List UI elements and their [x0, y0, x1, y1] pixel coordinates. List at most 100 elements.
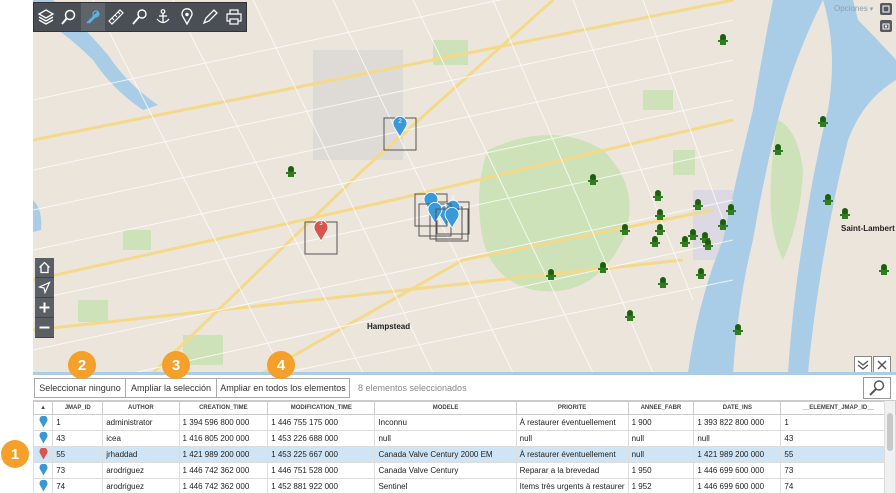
print-button[interactable]	[222, 3, 246, 31]
column-header[interactable]: MODIFICATION_TIME	[267, 401, 376, 415]
row-marker-icon	[39, 478, 48, 491]
table-cell: 1 950	[627, 462, 695, 479]
double-chevron-down-icon	[857, 360, 869, 370]
zoom-to-element-button[interactable]	[863, 377, 891, 399]
table-cell: null	[374, 430, 517, 447]
row-marker-cell[interactable]	[33, 430, 54, 447]
locate-icon	[38, 281, 51, 294]
options-menu[interactable]: Opciones ▾	[834, 4, 873, 13]
table-cell: 1 453 225 667 000	[267, 446, 376, 463]
table-row[interactable]: 1 administrator 1 394 596 800 000 1 446 755…	[33, 414, 896, 431]
table-cell: Reparar a la brevedad	[515, 462, 629, 479]
table-cell: 1 421 989 200 000	[178, 446, 269, 463]
zoom-selection-button[interactable]: Ampliar la selección	[125, 378, 217, 398]
table-cell: 1 446 699 600 000	[693, 462, 782, 479]
table-cell: null	[627, 446, 695, 463]
zoom-in-button[interactable]	[35, 298, 54, 318]
pin-icon	[181, 8, 193, 26]
options-label: Opciones	[834, 4, 868, 13]
table-cell: 1	[780, 414, 896, 431]
pin-button[interactable]	[175, 3, 199, 31]
zoom-pin-icon	[132, 9, 147, 25]
table-cell: 74	[52, 478, 104, 493]
table-row[interactable]: 74 arodriguez 1 446 742 362 000 1 452 881 9…	[33, 478, 896, 493]
table-cell: 1 446 742 362 000	[178, 462, 269, 479]
table-cell: icea	[102, 430, 180, 447]
zoom-pin-button[interactable]	[128, 3, 152, 31]
table-cell: 1 416 805 200 000	[178, 430, 269, 447]
locate-button[interactable]	[35, 278, 54, 298]
row-marker-icon	[39, 446, 48, 459]
left-margin	[0, 0, 33, 493]
table-cell: Canada Valve Century	[374, 462, 517, 479]
column-header[interactable]: JMAP_ID	[52, 401, 104, 415]
zoom-all-button[interactable]: Ampliar en todos los elementos	[216, 378, 350, 398]
sort-column-header[interactable]: ▲	[33, 401, 54, 415]
select-none-button[interactable]: Seleccionar ninguno	[34, 378, 126, 398]
table-cell: arodriguez	[102, 462, 180, 479]
column-header[interactable]: CREATION_TIME	[178, 401, 269, 415]
callout-badge-4: 4	[267, 351, 295, 379]
table-cell: 1	[52, 414, 104, 431]
fullscreen-button[interactable]	[880, 3, 892, 15]
callout-badge-2: 2	[68, 351, 96, 379]
table-cell: 55	[780, 446, 896, 463]
city-label-hampstead: Hampstead	[367, 322, 411, 331]
table-cell: Inconnu	[374, 414, 517, 431]
column-header[interactable]: __ELEMENT_JMAP_ID__	[780, 401, 896, 415]
table-row[interactable]: 73 arodriguez 1 446 742 362 000 1 446 751 5…	[33, 462, 896, 479]
park	[123, 230, 151, 250]
home-icon	[39, 261, 50, 274]
table-cell: 1 452 881 922 000	[267, 478, 376, 493]
column-header[interactable]: AUTHOR	[102, 401, 180, 415]
measure-select-icon	[86, 10, 100, 24]
callout-badge-1: 1	[1, 440, 29, 468]
zoom-out-button[interactable]	[35, 318, 54, 338]
city-label-saint-lambert: Saint-Lambert	[841, 224, 895, 233]
pencil-button[interactable]	[199, 3, 223, 31]
selection-action-bar: Seleccionar ninguno Ampliar la selección…	[33, 376, 896, 401]
table-cell: administrator	[102, 414, 180, 431]
table-cell: jrhaddad	[102, 446, 180, 463]
map-canvas[interactable]: 2352	[33, 0, 896, 373]
camera-icon	[882, 23, 890, 30]
layers-button[interactable]	[34, 3, 58, 31]
attribute-table[interactable]: ▲ JMAP_ID AUTHOR CREATION_TIME MODIFICATION_…	[33, 401, 896, 493]
row-marker-cell[interactable]	[33, 446, 54, 463]
table-cell: 43	[780, 430, 896, 447]
column-header[interactable]: DATE_INS	[693, 401, 782, 415]
anchor-button[interactable]	[152, 3, 176, 31]
row-marker-cell[interactable]	[33, 478, 54, 493]
table-cell: 1 393 822 800 000	[693, 414, 782, 431]
ruler-icon	[108, 9, 125, 25]
column-header[interactable]: ANNEE_FABR	[627, 401, 695, 415]
table-cell: Sentinel	[374, 478, 517, 493]
table-row[interactable]: 55 jrhaddad 1 421 989 200 000 1 453 225 667…	[33, 446, 896, 463]
fullscreen-icon	[882, 5, 890, 13]
column-header[interactable]: MODELE	[374, 401, 517, 415]
table-cell: 43	[52, 430, 104, 447]
anchor-icon	[156, 9, 170, 24]
screenshot-button[interactable]	[880, 20, 892, 32]
layers-icon	[37, 9, 55, 25]
search-button[interactable]	[58, 3, 82, 31]
row-marker-cell[interactable]	[33, 462, 54, 479]
table-cell: 1 900	[627, 414, 695, 431]
column-header[interactable]: PRIORITE	[515, 401, 629, 415]
close-icon	[877, 360, 887, 370]
table-cell: 1 421 989 200 000	[693, 446, 782, 463]
scrollbar-thumb[interactable]	[887, 413, 893, 451]
selection-tool-button[interactable]	[81, 3, 105, 31]
row-marker-cell[interactable]	[33, 414, 54, 431]
map-toolbar	[33, 2, 247, 32]
ruler-button[interactable]	[105, 3, 129, 31]
table-cell: À restaurer éventuellement	[515, 446, 629, 463]
map-view[interactable]: 2352	[33, 0, 896, 373]
table-row[interactable]: 43 icea 1 416 805 200 000 1 453 226 688 000…	[33, 430, 896, 447]
home-button[interactable]	[35, 258, 54, 278]
table-cell: null	[627, 430, 695, 447]
row-marker-icon	[39, 414, 48, 427]
table-scrollbar[interactable]	[884, 401, 895, 493]
table-cell: 1 446 751 528 000	[267, 462, 376, 479]
callout-badge-3: 3	[162, 351, 190, 379]
